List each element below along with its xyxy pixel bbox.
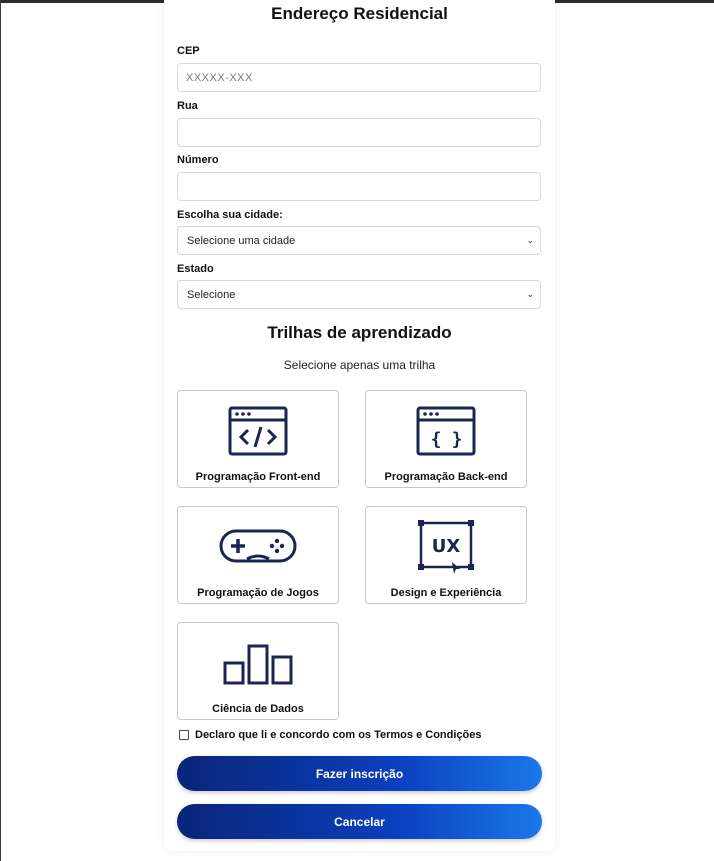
terms-checkbox[interactable] (179, 730, 189, 740)
chevron-down-icon: ⌄ (526, 289, 534, 299)
braces-window-icon: { } (416, 406, 476, 456)
track-label-back-end: Programação Back-end (384, 471, 508, 483)
track-card-front-end[interactable]: Programação Front-end (177, 390, 339, 488)
track-card-back-end[interactable]: { } Programação Back-end (365, 390, 527, 488)
track-card-jogos[interactable]: Programação de Jogos (177, 506, 339, 604)
track-label-dados: Ciência de Dados (212, 703, 304, 715)
track-card-design[interactable]: UX Design e Experiência (365, 506, 527, 604)
svg-text:{: { (431, 429, 442, 450)
code-window-icon (228, 406, 288, 456)
estado-select-value: Selecione (187, 288, 236, 301)
track-label-front-end: Programação Front-end (195, 471, 321, 483)
cidade-select-value: Selecione uma cidade (187, 234, 296, 247)
numero-input[interactable] (177, 172, 541, 201)
address-section-title: Endereço Residencial (271, 4, 448, 23)
numero-label: Número (177, 154, 219, 166)
track-card-dados[interactable]: Ciência de Dados (177, 622, 339, 720)
track-label-design: Design e Experiência (390, 587, 502, 599)
estado-select[interactable]: Selecione ⌄ (177, 280, 541, 309)
bar-chart-icon (223, 644, 293, 685)
rua-input[interactable] (177, 118, 541, 147)
cidade-select[interactable]: Selecione uma cidade ⌄ (177, 226, 541, 255)
submit-button[interactable]: Fazer inscrição (177, 756, 542, 791)
ux-frame-icon: UX (418, 520, 474, 574)
svg-text:}: } (452, 429, 463, 450)
chevron-down-icon: ⌄ (526, 235, 534, 245)
gamepad-icon (219, 529, 297, 563)
svg-text:UX: UX (432, 536, 461, 557)
rua-label: Rua (177, 100, 198, 112)
trilhas-subtitle: Selecione apenas uma trilha (283, 358, 436, 372)
terms-row: Declaro que li e concordo com os Termos … (179, 729, 481, 741)
cep-input[interactable] (177, 63, 541, 92)
terms-label: Declaro que li e concordo com os Termos … (195, 729, 482, 741)
trilhas-section-title: Trilhas de aprendizado (267, 323, 452, 342)
cidade-label: Escolha sua cidade: (177, 209, 283, 221)
cep-label: CEP (177, 45, 200, 57)
track-label-jogos: Programação de Jogos (197, 587, 319, 599)
cancel-button[interactable]: Cancelar (177, 804, 542, 839)
window-left-edge (0, 0, 1, 861)
estado-label: Estado (177, 263, 214, 275)
